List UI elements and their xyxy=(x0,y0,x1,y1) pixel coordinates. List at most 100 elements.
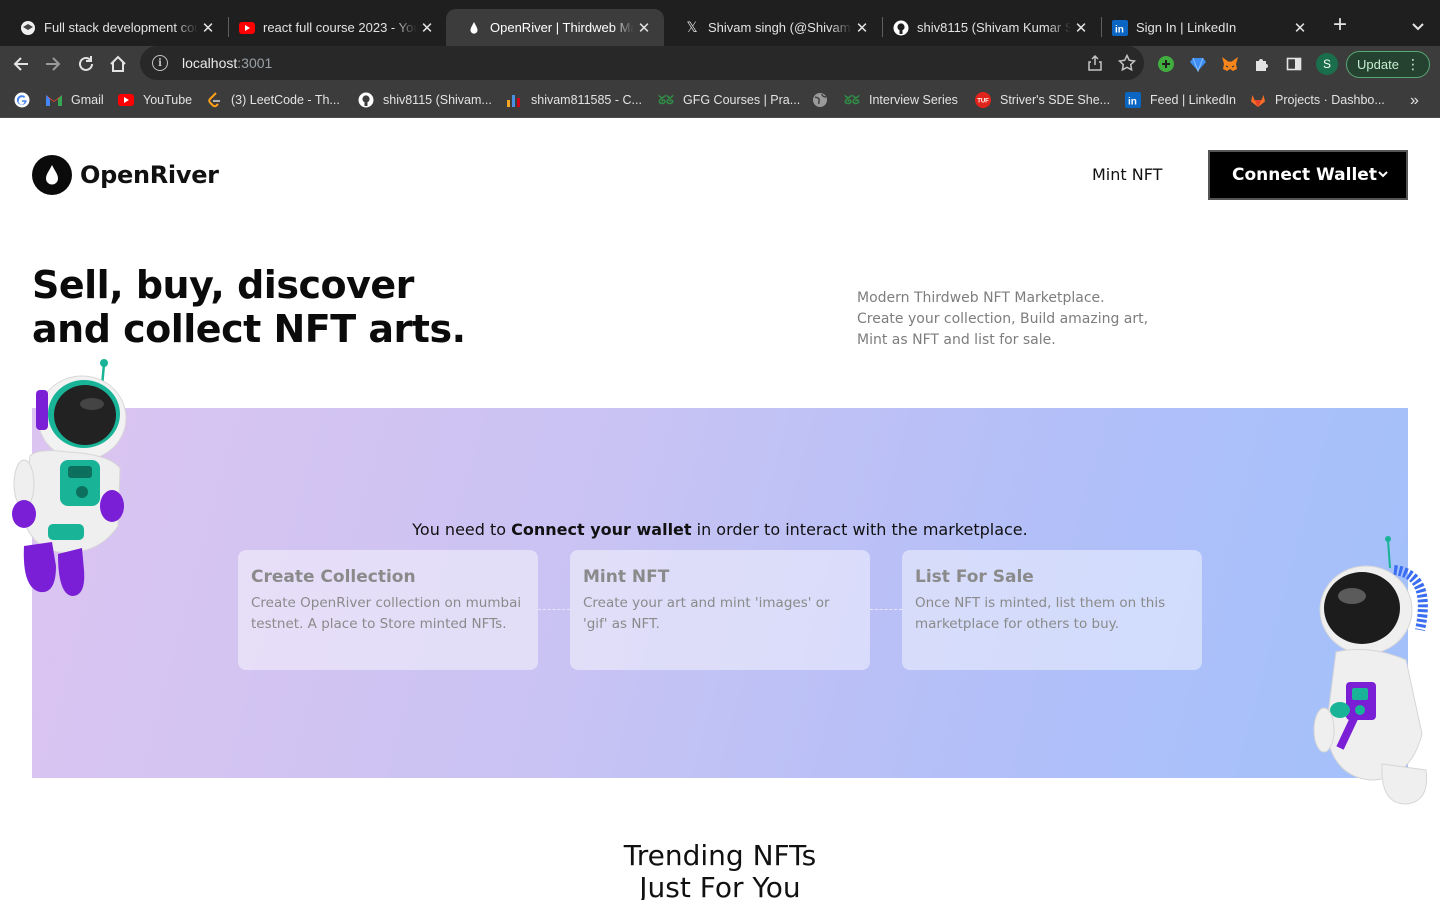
profile-avatar[interactable]: S xyxy=(1316,53,1338,75)
hero-desc-line-2: Create your collection, Build amazing ar… xyxy=(857,311,1149,327)
reload-button[interactable] xyxy=(72,50,100,78)
close-icon[interactable]: ✕ xyxy=(198,19,218,37)
google-icon xyxy=(14,92,30,108)
bookmark-label: Projects · Dashbo... xyxy=(1275,93,1385,107)
tab-title: OpenRiver | Thirdweb Marketplace xyxy=(490,20,634,35)
step-body: Create OpenRiver collection on mumbai te… xyxy=(251,595,522,632)
brand-name: OpenRiver xyxy=(80,161,219,189)
close-icon[interactable]: ✕ xyxy=(852,19,872,37)
more-vert-icon: ⋮ xyxy=(1406,56,1420,72)
youtube-icon xyxy=(118,92,134,108)
browser-tab-5[interactable]: shiv8115 (Shivam Kumar Singh) ✕ xyxy=(873,9,1101,46)
cap-icon xyxy=(20,20,36,36)
banner-text-before: You need to xyxy=(412,520,512,539)
browser-tab-strip: Full stack development course ✕ react fu… xyxy=(0,0,1440,46)
nav-mint-nft-link[interactable]: Mint NFT xyxy=(1092,165,1162,184)
address-url: localhost:3001 xyxy=(182,55,272,71)
share-icon[interactable] xyxy=(1086,54,1104,72)
step-title: List For Sale xyxy=(915,567,1034,587)
close-icon[interactable]: ✕ xyxy=(417,19,437,37)
youtube-icon xyxy=(239,20,255,36)
bookmark-codechef[interactable]: shivam811585 - C... xyxy=(506,90,642,110)
bookmark-label: shivam811585 - C... xyxy=(531,93,642,107)
bookmark-gfg-courses[interactable]: ᘜᘜ GFG Courses | Pra... xyxy=(658,90,800,110)
info-icon[interactable]: i xyxy=(152,55,168,71)
hero-title-line-1: Sell, buy, discover xyxy=(32,263,414,307)
hero-title: Sell, buy, discover and collect NFT arts… xyxy=(32,263,466,351)
step-card-create-collection: Create Collection Create OpenRiver colle… xyxy=(238,550,538,670)
linkedin-icon: in xyxy=(1125,92,1141,108)
bookmark-gitlab[interactable]: Projects · Dashbo... xyxy=(1250,90,1385,110)
side-panel-icon[interactable] xyxy=(1284,54,1304,74)
new-tab-button[interactable]: + xyxy=(1326,12,1354,40)
browser-tab-6[interactable]: in Sign In | LinkedIn ✕ xyxy=(1092,9,1320,46)
hero-desc-line-3: Mint as NFT and list for sale. xyxy=(857,332,1056,348)
bookmarks-bar: Gmail YouTube (3) LeetCode - Th... shiv8… xyxy=(0,82,1440,118)
bookmark-github[interactable]: shiv8115 (Shivam... xyxy=(358,90,492,110)
puzzle-icon[interactable] xyxy=(1252,54,1272,74)
close-icon[interactable]: ✕ xyxy=(1290,19,1310,37)
browser-tab-1[interactable]: Full stack development course ✕ xyxy=(0,9,228,46)
x-icon: 𝕏 xyxy=(686,19,698,35)
tuf-icon: TUF xyxy=(975,92,991,108)
browser-tab-3[interactable]: OpenRiver | Thirdweb Marketplace ✕ xyxy=(446,9,664,46)
url-host: localhost xyxy=(182,55,238,71)
update-button[interactable]: Update ⋮ xyxy=(1346,51,1430,78)
home-button[interactable] xyxy=(104,50,132,78)
url-port: :3001 xyxy=(237,55,273,71)
bookmark-striver[interactable]: TUF Striver's SDE She... xyxy=(975,90,1110,110)
bookmark-interview-series[interactable]: ᘜᘜ Interview Series xyxy=(844,90,958,110)
browser-tab-2[interactable]: react full course 2023 - YouTube ✕ xyxy=(219,9,447,46)
github-icon xyxy=(893,20,909,36)
home-icon xyxy=(110,55,126,72)
close-icon[interactable]: ✕ xyxy=(634,19,654,37)
bookmark-label: Interview Series xyxy=(869,93,958,107)
tab-title: Sign In | LinkedIn xyxy=(1136,20,1237,35)
astronaut-right-illustration xyxy=(1313,536,1428,805)
gitlab-icon xyxy=(1250,92,1266,108)
bookmark-gmail[interactable]: Gmail xyxy=(46,90,104,110)
close-icon[interactable]: ✕ xyxy=(1071,19,1091,37)
bookmark-leetcode[interactable]: (3) LeetCode - Th... xyxy=(206,90,340,110)
step-title: Create Collection xyxy=(251,567,416,587)
step-card-list-for-sale: List For Sale Once NFT is minted, list t… xyxy=(902,550,1202,670)
bookmark-linkedin-feed[interactable]: in Feed | LinkedIn xyxy=(1125,90,1236,110)
linkedin-icon: in xyxy=(1112,19,1128,36)
back-button[interactable] xyxy=(7,50,35,78)
hero-description: Modern Thirdweb NFT Marketplace. Create … xyxy=(857,288,1177,351)
drop-icon xyxy=(32,155,72,195)
banner-text-after: in order to interact with the marketplac… xyxy=(691,520,1028,539)
svg-text:in: in xyxy=(1128,97,1137,108)
reload-icon xyxy=(79,56,93,71)
brand-logo-link[interactable]: OpenRiver xyxy=(32,155,219,195)
step-title: Mint NFT xyxy=(583,567,670,587)
bookmark-label: shiv8115 (Shivam... xyxy=(383,93,492,107)
trending-heading: Trending NFTs Just For You xyxy=(0,840,1440,900)
tab-search-button[interactable] xyxy=(1406,14,1430,38)
chevron-down-icon xyxy=(1378,171,1388,178)
trending-title-line-1: Trending NFTs xyxy=(623,839,817,872)
metamask-fox-icon[interactable] xyxy=(1220,54,1240,74)
more-bookmarks-icon[interactable]: » xyxy=(1410,92,1419,110)
gfg-icon: ᘜᘜ xyxy=(658,92,674,107)
google-bookmark[interactable] xyxy=(14,90,39,110)
connect-wallet-button[interactable]: Connect Wallet xyxy=(1208,150,1408,200)
globe-icon xyxy=(812,92,828,108)
forward-button[interactable] xyxy=(39,50,67,78)
bookmark-label: GFG Courses | Pra... xyxy=(683,93,801,107)
bookmark-label: YouTube xyxy=(143,93,193,107)
browser-tab-4[interactable]: 𝕏 Shivam singh (@Shivams81 ✕ xyxy=(664,9,882,46)
bookmark-label: Striver's SDE She... xyxy=(1000,93,1111,107)
bookmark-globe[interactable] xyxy=(812,90,837,110)
arrow-left-icon xyxy=(13,57,28,71)
bookmark-youtube[interactable]: YouTube xyxy=(118,90,192,110)
browser-toolbar: i localhost:3001 S Update ⋮ xyxy=(0,46,1440,82)
arrow-right-icon xyxy=(46,57,61,71)
step-card-mint-nft: Mint NFT Create your art and mint 'image… xyxy=(570,550,870,670)
extension-diamond-icon[interactable] xyxy=(1188,54,1208,74)
extension-plus-icon[interactable] xyxy=(1156,54,1176,74)
star-icon[interactable] xyxy=(1117,53,1137,72)
address-bar[interactable]: i localhost:3001 xyxy=(140,46,1144,80)
github-icon xyxy=(358,92,374,108)
tab-title: shiv8115 (Shivam Kumar Singh) xyxy=(917,20,1071,35)
